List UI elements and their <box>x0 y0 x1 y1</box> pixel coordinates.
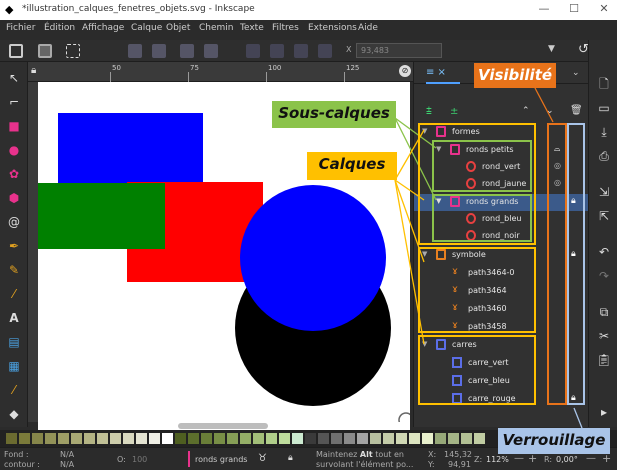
lock-column-box <box>567 123 585 405</box>
calque-carres-box <box>418 335 536 405</box>
verrouillage-callout: Verrouillage <box>498 428 610 454</box>
visibilite-arrow <box>534 87 554 123</box>
calque-symbole-box <box>418 247 536 333</box>
sous-calques-callout: Sous-calques <box>272 101 396 128</box>
verrouillage-arrow <box>573 407 583 429</box>
visibility-column-box <box>547 123 567 405</box>
souscalque-ronds-grands-box <box>432 194 532 242</box>
souscalque-ronds-petits-box <box>432 140 532 192</box>
visibilite-callout: Visibilité <box>474 63 556 88</box>
calques-callout: Calques <box>307 152 397 180</box>
